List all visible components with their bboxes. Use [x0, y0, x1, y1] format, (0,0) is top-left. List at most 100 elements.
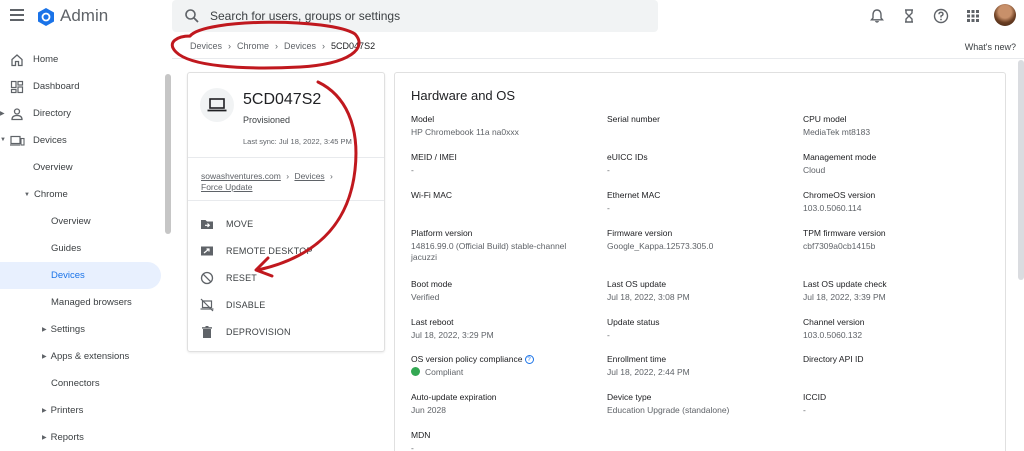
field-mdn: MDN -: [411, 430, 601, 451]
action-label: DISABLE: [226, 300, 266, 310]
sidebar-item-managed-browsers[interactable]: Managed browsers: [51, 289, 132, 316]
expand-arrow-icon[interactable]: ▶: [0, 110, 5, 117]
whats-new-link[interactable]: What's new?: [965, 42, 1016, 52]
field-management-mode: Management mode Cloud: [803, 152, 993, 176]
compliant-status-icon: [411, 367, 420, 376]
field-boot-mode: Boot mode Verified: [411, 279, 601, 303]
sidebar-item-chrome[interactable]: ▼ Chrome: [24, 181, 68, 208]
sidebar-item-dashboard[interactable]: Dashboard: [10, 73, 79, 100]
field-value: Jul 18, 2022, 3:29 PM: [411, 330, 494, 340]
collapse-arrow-icon[interactable]: ▼: [24, 192, 30, 198]
laptop-icon: [207, 98, 227, 112]
field-value: Jun 2028: [411, 405, 446, 415]
action-label: REMOTE DESKTOP: [226, 246, 313, 256]
field-value: -: [803, 405, 806, 415]
hardware-os-panel: Hardware and OS Model HP Chromebook 11a …: [394, 72, 1006, 451]
breadcrumb-separator-icon: ›: [275, 41, 279, 51]
field-label: Update status: [607, 317, 660, 327]
sidebar-item-label: Managed browsers: [51, 297, 132, 308]
org-path-link-root[interactable]: sowashventures.com: [201, 171, 281, 181]
main-scrollbar[interactable]: [1018, 60, 1024, 280]
field-cpu-model: CPU model MediaTek mt8183: [803, 114, 993, 138]
sidebar-scrollbar[interactable]: [165, 74, 171, 234]
field-label: ICCID: [803, 392, 827, 402]
remote-desktop-icon: [201, 246, 213, 256]
sidebar-item-reports[interactable]: ▶ Reports: [42, 424, 84, 451]
field-serial-number: Serial number: [607, 114, 797, 127]
sidebar-item-label: Reports: [50, 432, 84, 443]
field-label-row: OS version policy compliance?: [411, 354, 601, 364]
remote-desktop-button[interactable]: REMOTE DESKTOP: [200, 244, 313, 258]
field-model: Model HP Chromebook 11a na0xxx: [411, 114, 601, 138]
sidebar-item-guides[interactable]: Guides: [51, 235, 81, 262]
help-icon[interactable]: ?: [524, 355, 534, 364]
search-bar[interactable]: Search for users, groups or settings: [172, 0, 658, 32]
search-input[interactable]: Search for users, groups or settings: [210, 9, 400, 23]
bell-icon[interactable]: [869, 8, 885, 24]
field-os-version-policy-compliance: OS version policy compliance? Compliant: [411, 354, 601, 378]
move-button[interactable]: MOVE: [200, 217, 253, 231]
deprovision-button[interactable]: DEPROVISION: [200, 325, 291, 339]
sidebar-item-label: Overview: [33, 162, 73, 173]
collapse-arrow-icon[interactable]: ▼: [0, 137, 6, 143]
field-value: 103.0.5060.114: [803, 203, 862, 213]
sidebar-item-chrome-overview[interactable]: Overview: [51, 208, 91, 235]
sidebar-item-label: Settings: [50, 324, 85, 335]
section-title: Hardware and OS: [411, 88, 516, 103]
expand-arrow-icon[interactable]: ▶: [42, 353, 47, 360]
help-icon[interactable]: [933, 8, 949, 24]
sidebar-item-apps-extensions[interactable]: ▶ Apps & extensions: [42, 343, 129, 370]
field-firmware-version: Firmware version Google_Kappa.12573.305.…: [607, 228, 797, 252]
breadcrumb-separator-icon: ›: [228, 41, 232, 51]
field-value: -: [607, 165, 610, 175]
dashboard-icon: [10, 80, 24, 93]
home-icon: [11, 53, 23, 66]
move-folder-icon: [201, 220, 213, 229]
field-label: Ethernet MAC: [607, 190, 661, 200]
field-label: CPU model: [803, 114, 847, 124]
field-label: Directory API ID: [803, 354, 864, 364]
org-path-link-force-update[interactable]: Force Update: [201, 182, 253, 192]
sidebar-item-devices[interactable]: ▼ Devices: [0, 127, 67, 154]
field-value: 14816.99.0 (Official Build) stable-chann…: [411, 241, 567, 251]
field-iccid: ICCID -: [803, 392, 993, 416]
sidebar-item-directory[interactable]: ▶ Directory: [0, 100, 71, 127]
expand-arrow-icon[interactable]: ▶: [42, 326, 47, 333]
disable-button[interactable]: DISABLE: [200, 298, 265, 312]
breadcrumb-link-devices[interactable]: Devices: [190, 41, 222, 51]
field-last-os-update-check: Last OS update check Jul 18, 2022, 3:39 …: [803, 279, 993, 303]
main-menu-icon[interactable]: [10, 9, 24, 21]
expand-arrow-icon[interactable]: ▶: [42, 434, 47, 441]
sidebar-item-connectors[interactable]: Connectors: [51, 370, 100, 397]
sidebar-item-label: Home: [33, 54, 59, 65]
field-value: MediaTek mt8183: [803, 127, 871, 137]
sidebar-item-home[interactable]: Home: [10, 46, 58, 73]
field-label: Platform version: [411, 228, 473, 238]
field-label: Serial number: [607, 114, 660, 124]
field-meid-imei: MEID / IMEI -: [411, 152, 601, 176]
hourglass-icon[interactable]: [901, 8, 917, 24]
breadcrumb-link-chrome-devices[interactable]: Devices: [284, 41, 316, 51]
field-label: TPM firmware version: [803, 228, 886, 238]
breadcrumb-link-chrome[interactable]: Chrome: [237, 41, 269, 51]
sidebar-item-printers[interactable]: ▶ Printers: [42, 397, 83, 424]
sidebar-item-settings[interactable]: ▶ Settings: [42, 316, 85, 343]
app-title[interactable]: Admin: [60, 6, 108, 26]
sidebar-item-chrome-devices[interactable]: Devices: [0, 262, 161, 289]
sidebar-item-devices-overview[interactable]: Overview: [33, 154, 73, 181]
sidebar-item-label: Devices: [33, 135, 67, 146]
expand-arrow-icon[interactable]: ▶: [42, 407, 47, 414]
field-wifi-mac: Wi-Fi MAC: [411, 190, 601, 203]
apps-grid-icon[interactable]: [965, 8, 981, 24]
field-last-os-update: Last OS update Jul 18, 2022, 3:08 PM: [607, 279, 797, 303]
avatar[interactable]: [994, 4, 1016, 26]
field-update-status: Update status -: [607, 317, 797, 341]
org-unit-path: sowashventures.com › Devices › Force Upd…: [201, 171, 333, 193]
admin-logo-icon[interactable]: [36, 7, 56, 27]
org-path-link-devices[interactable]: Devices: [294, 171, 324, 181]
reset-button[interactable]: RESET: [200, 271, 257, 285]
disable-laptop-icon: [200, 298, 214, 312]
field-last-reboot: Last reboot Jul 18, 2022, 3:29 PM: [411, 317, 601, 341]
divider: [188, 157, 384, 158]
field-label: Management mode: [803, 152, 877, 162]
